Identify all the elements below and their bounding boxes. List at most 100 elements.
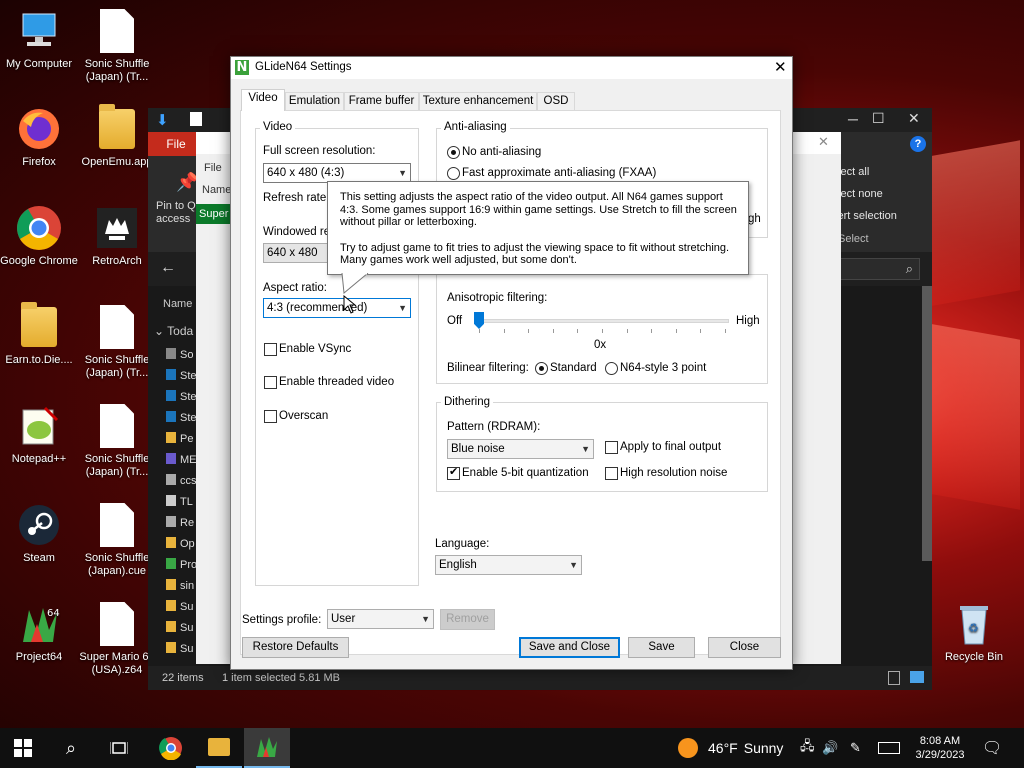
file-type-icon [166,600,176,611]
file-row[interactable]: Su [166,642,193,655]
file-row[interactable]: So [166,348,193,361]
minimize-icon[interactable]: ─ [848,111,858,127]
enable-threaded-video-checkbox[interactable] [264,376,277,389]
desktop-icon-sonic-shuffle-cue[interactable]: Sonic Shuffle (Japan).cue [78,502,156,578]
desktop-icon-firefox[interactable]: Firefox [0,106,78,169]
file-row[interactable]: Su [166,600,193,613]
task-view-button[interactable] [96,728,142,768]
network-icon[interactable]: 🖧 [800,728,815,768]
save-and-close-button[interactable]: Save and Close [519,637,620,658]
desktop-icon-earn-to-die[interactable]: Earn.to.Die.... [0,302,78,367]
tab-emulation[interactable]: Emulation [285,92,344,110]
settings-profile-select[interactable]: User ▼ [327,609,434,629]
high-res-noise-label: High resolution noise [620,467,728,479]
overscan-checkbox[interactable] [264,410,277,423]
tab-osd[interactable]: OSD [537,92,575,110]
file-row-label: So [180,349,194,361]
weather-condition: Sunny [743,740,784,756]
pattern-select[interactable]: Blue noise ▼ [447,439,594,459]
invert-selection-command[interactable]: vert selection [832,210,897,222]
apply-final-output-checkbox[interactable] [605,441,618,454]
high-res-noise-checkbox[interactable] [605,467,618,480]
desktop-icon-sonic-shuffle-3[interactable]: Sonic Shuffle (Japan) (Tr... [78,403,156,479]
tiles-view-icon[interactable] [910,671,924,683]
desktop-icon-retroarch[interactable]: RetroArch [78,205,156,268]
desktop-icon-my-computer[interactable]: My Computer [0,8,78,71]
selected-row[interactable]: Super [196,204,230,224]
fxaa-radio[interactable] [447,167,460,180]
file-row[interactable]: Ste [166,369,197,382]
enable-vsync-checkbox[interactable] [264,343,277,356]
close-icon[interactable]: ✕ [908,110,920,127]
clock[interactable]: 8:08 AM 3/29/2023 [912,728,968,768]
inner-name-column[interactable]: Name [202,184,231,196]
weather-temperature: 46°F [708,740,738,756]
apply-final-output-label: Apply to final output [620,441,722,453]
chevron-down-icon: ⌄ [154,324,168,338]
fullscreen-resolution-select[interactable]: 640 x 480 (4:3) ▼ [263,163,411,183]
anisotropic-slider-track[interactable] [475,319,729,323]
start-button[interactable] [0,728,46,768]
desktop-icon-project64[interactable]: 64 Project64 [0,601,78,664]
file-row[interactable]: sin [166,579,194,592]
dialog-close-icon[interactable]: ✕ [774,58,787,76]
file-type-icon [166,369,176,380]
file-row[interactable]: ME [166,453,197,466]
help-icon[interactable]: ? [910,136,926,152]
tab-frame-buffer[interactable]: Frame buffer [344,92,419,110]
restore-defaults-button[interactable]: Restore Defaults [242,637,349,658]
file-row[interactable]: ccs [166,474,197,487]
pen-icon[interactable]: ✎ [850,728,861,768]
file-row[interactable]: Su [166,621,193,634]
file-row[interactable]: Pro [166,558,197,571]
aspect-ratio-select[interactable]: 4:3 (recommended) ▼ [263,298,411,318]
file-row[interactable]: Ste [166,411,197,424]
desktop-icon-sonic-shuffle-2[interactable]: Sonic Shuffle (Japan) (Tr... [78,304,156,380]
inner-file-tab[interactable]: File [204,162,222,174]
taskbar-file-explorer[interactable] [196,728,242,768]
file-row[interactable]: TL [166,495,193,508]
dialog-titlebar: N GLideN64 Settings ✕ [231,57,792,79]
language-select[interactable]: English ▼ [435,555,582,575]
enable-5bit-checkbox[interactable]: ✔ [447,466,460,480]
desktop-icon-notepad-plus-plus[interactable]: Notepad++ [0,403,78,466]
taskbar-chrome[interactable] [148,728,194,768]
bilinear-filtering-label: Bilinear filtering: [447,362,529,374]
file-row[interactable]: Re [166,516,194,529]
windowed-resolution-select[interactable]: 640 x 480 [263,243,329,263]
volume-icon[interactable]: 🔊 [822,728,838,768]
bilinear-standard-radio[interactable] [535,362,548,375]
desktop-icon-sonic-shuffle-1[interactable]: Sonic Shuffle (Japan) (Tr... [78,8,156,84]
file-row[interactable]: Pe [166,432,193,445]
tab-video[interactable]: Video [241,89,285,111]
desktop-icon-super-mario-64[interactable]: Super Mario 64 (USA).z64 [78,601,156,677]
file-row[interactable]: Ste [166,390,197,403]
remove-button[interactable]: Remove [440,609,495,630]
desktop-icon-recycle-bin[interactable]: ♻ Recycle Bin [935,601,1013,664]
name-column-header[interactable]: Name [163,298,192,310]
item-count: 22 items [162,672,204,684]
weather-widget[interactable]: 46°F Sunny [678,728,783,768]
tab-texture-enhancement[interactable]: Texture enhancement [419,92,537,110]
desktop-icon-openemu[interactable]: OpenEmu.app [78,104,156,169]
today-group[interactable]: ⌄ Toda [154,324,193,338]
inner-close-icon[interactable]: ✕ [818,134,829,150]
notifications-icon[interactable]: 🗨 [982,728,1002,768]
save-button[interactable]: Save [628,637,695,658]
maximize-icon[interactable]: ☐ [872,110,885,127]
back-arrow-icon[interactable]: ← [160,259,176,277]
desktop-icon-steam[interactable]: Steam [0,502,78,565]
no-anti-aliasing-radio[interactable] [447,146,460,159]
search-button[interactable]: ⌕ [48,728,94,768]
desktop-icon-chrome[interactable]: Google Chrome [0,205,78,268]
file-row-label: Op [180,538,195,550]
bilinear-n64-radio[interactable] [605,362,618,375]
keyboard-icon[interactable] [878,728,900,768]
taskbar-project64[interactable] [244,728,290,768]
scrollbar[interactable] [922,286,932,561]
close-button[interactable]: Close [708,637,781,658]
details-view-icon[interactable] [888,671,900,685]
gliden64-settings-dialog: N GLideN64 Settings ✕ Video Emulation Fr… [230,56,793,670]
file-type-icon [166,432,176,443]
file-row[interactable]: Op [166,537,195,550]
